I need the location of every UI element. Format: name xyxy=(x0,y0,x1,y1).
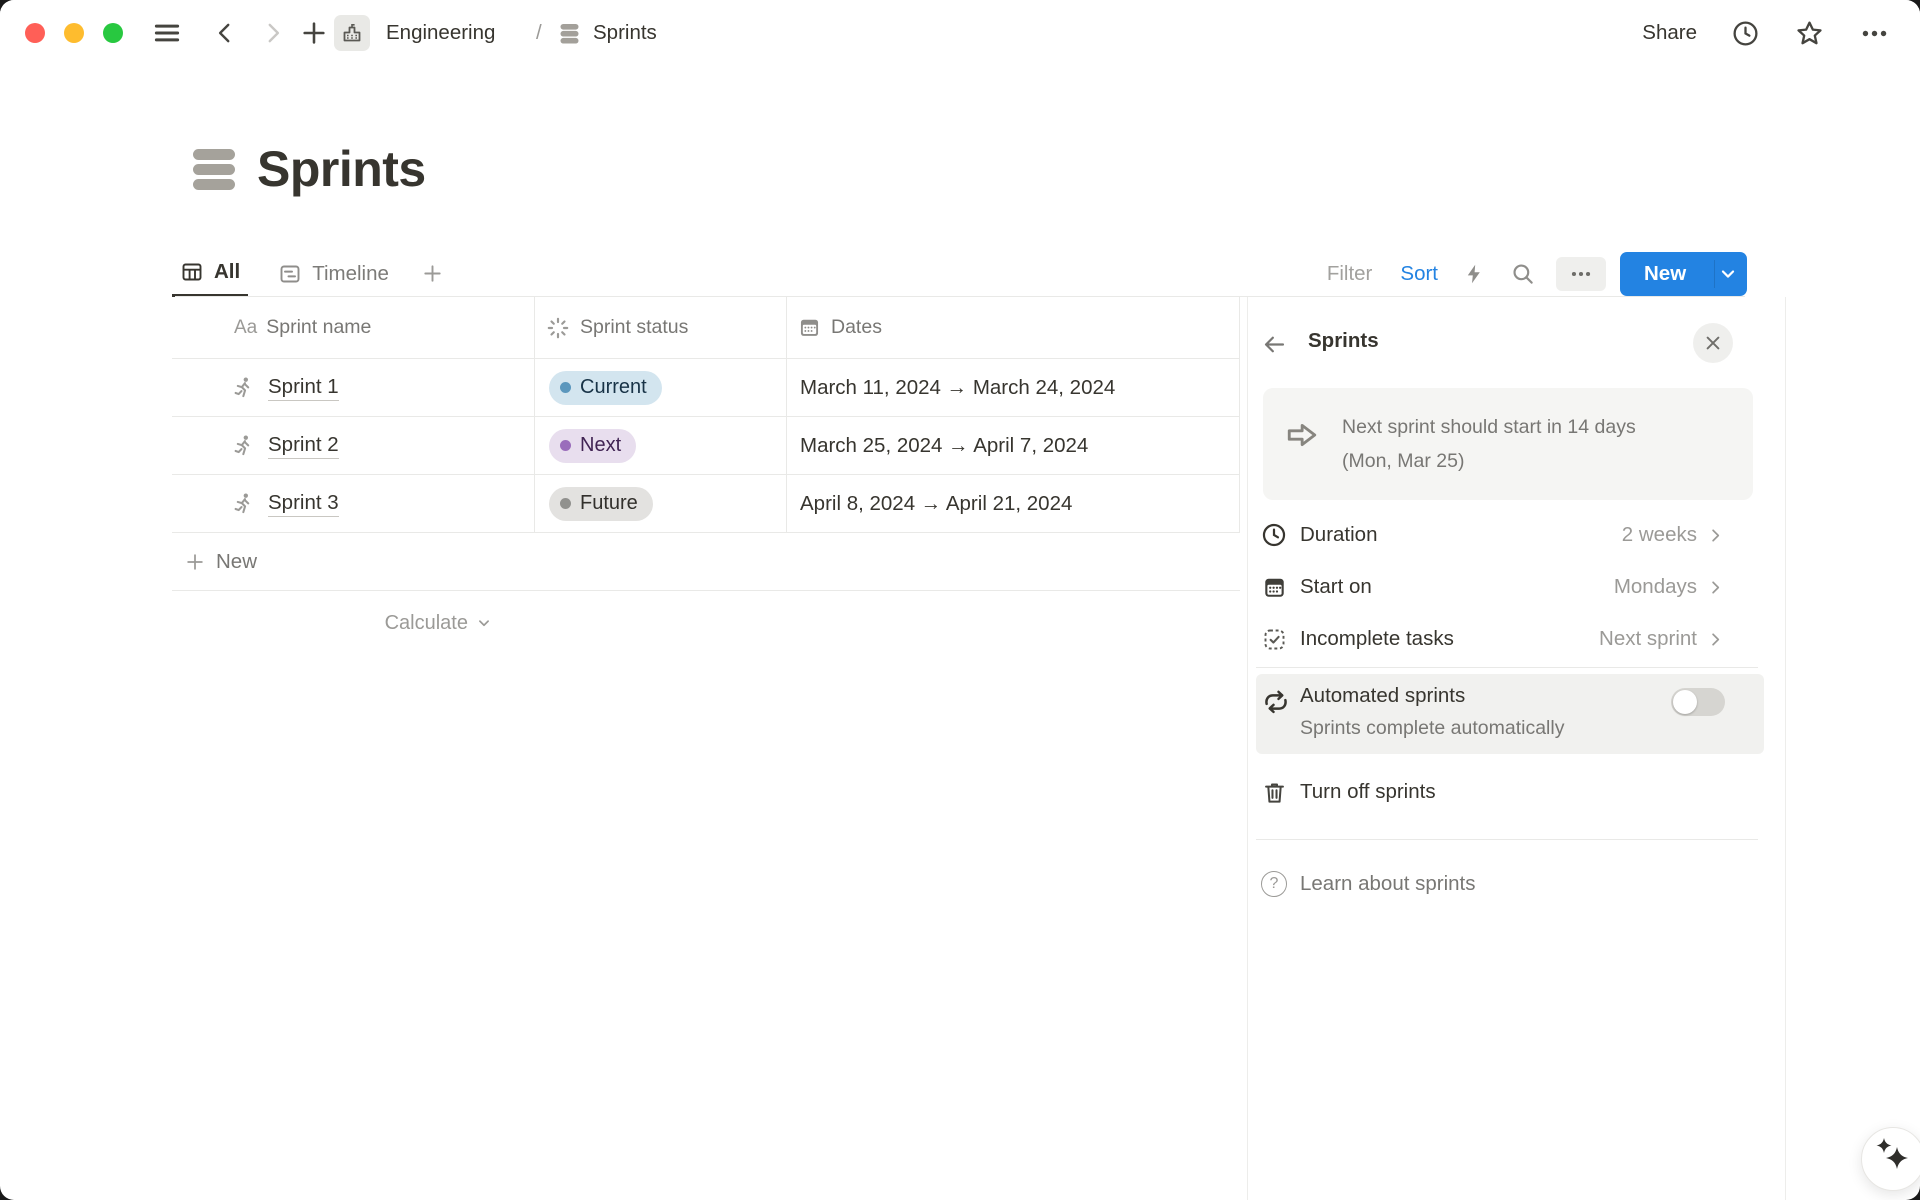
view-options-icon[interactable] xyxy=(1556,257,1606,291)
new-page-icon[interactable] xyxy=(300,0,328,66)
table-row: Sprint 3 Future April 8, 2024 → April 21… xyxy=(172,475,1240,533)
plus-icon xyxy=(184,551,206,573)
sprint-name-link[interactable]: Sprint 3 xyxy=(268,491,339,517)
minimize-window-button[interactable] xyxy=(64,23,84,43)
repeat-icon xyxy=(1261,687,1291,717)
sprint-runner-icon xyxy=(230,433,256,459)
automations-bolt-icon[interactable] xyxy=(1462,262,1486,286)
help-question-icon: ? xyxy=(1260,871,1288,897)
panel-title: Sprints xyxy=(1308,329,1379,353)
panel-close-icon[interactable] xyxy=(1693,323,1733,363)
trash-icon xyxy=(1260,779,1288,806)
forward-button[interactable] xyxy=(260,0,286,66)
setting-incomplete-tasks[interactable]: Incomplete tasks Next sprint xyxy=(1248,613,1785,665)
clock-icon xyxy=(1260,521,1288,549)
sprint-name-link[interactable]: Sprint 1 xyxy=(268,375,339,401)
timeline-view-icon xyxy=(278,262,302,286)
next-sprint-notice: Next sprint should start in 14 days (Mon… xyxy=(1263,388,1753,500)
sprint-runner-icon xyxy=(230,375,256,401)
calendar-icon xyxy=(1260,574,1288,601)
chevron-right-icon xyxy=(1706,630,1725,649)
setting-duration[interactable]: Duration 2 weeks xyxy=(1248,509,1785,561)
sprints-table: Aa Sprint name Sprint status Dates xyxy=(172,297,1240,655)
panel-divider xyxy=(1256,839,1758,840)
favorite-star-icon[interactable] xyxy=(1794,18,1825,49)
sprint-runner-icon xyxy=(230,491,256,517)
dashed-checkbox-icon xyxy=(1260,626,1288,653)
updates-clock-icon[interactable] xyxy=(1731,19,1760,48)
database-icon xyxy=(556,0,583,66)
notice-line-1: Next sprint should start in 14 days xyxy=(1342,410,1636,444)
table-header-row: Aa Sprint name Sprint status Dates xyxy=(172,297,1240,359)
traffic-lights xyxy=(25,23,123,43)
tab-all[interactable]: All xyxy=(172,250,248,297)
date-range-cell[interactable]: March 11, 2024 → March 24, 2024 xyxy=(787,359,1240,416)
status-pill[interactable]: Current xyxy=(549,371,662,405)
notice-line-2: (Mon, Mar 25) xyxy=(1342,444,1636,478)
notion-window: Engineering / Sprints Share Sprints xyxy=(0,0,1920,1200)
breadcrumb-page[interactable]: Sprints xyxy=(593,0,657,66)
table-row: Sprint 1 Current March 11, 2024 → March … xyxy=(172,359,1240,417)
chevron-right-icon xyxy=(1706,578,1725,597)
new-dropdown-chevron-icon[interactable] xyxy=(1717,263,1739,285)
date-range-cell[interactable]: March 25, 2024 → April 7, 2024 xyxy=(787,417,1240,474)
date-range-cell[interactable]: April 8, 2024 → April 21, 2024 xyxy=(787,475,1240,532)
teamspace-icon[interactable] xyxy=(334,15,370,51)
panel-back-icon[interactable] xyxy=(1260,330,1288,358)
automated-sprints-label: Automated sprints xyxy=(1300,684,1465,708)
notion-ai-button[interactable] xyxy=(1861,1127,1920,1191)
column-header-sprint-name[interactable]: Aa Sprint name xyxy=(172,297,535,358)
back-button[interactable] xyxy=(212,0,238,66)
add-row-button[interactable]: New xyxy=(172,533,1240,591)
status-pill[interactable]: Next xyxy=(549,429,636,463)
sprint-settings-panel: Sprints Next sprint should start in 14 d… xyxy=(1247,297,1786,1200)
automated-sprints-toggle[interactable] xyxy=(1671,688,1725,716)
add-view-icon[interactable] xyxy=(421,262,444,285)
table-view-icon xyxy=(180,260,204,284)
column-header-sprint-status[interactable]: Sprint status xyxy=(535,297,787,358)
status-pill[interactable]: Future xyxy=(549,487,653,521)
column-header-dates[interactable]: Dates xyxy=(787,297,1240,358)
automated-sprints-sublabel: Sprints complete automatically xyxy=(1300,717,1564,740)
new-button[interactable]: New xyxy=(1620,252,1747,296)
turn-off-sprints-button[interactable]: Turn off sprints xyxy=(1248,766,1785,818)
more-options-icon[interactable] xyxy=(1859,18,1890,49)
page-title: Sprints xyxy=(257,140,426,198)
sprint-name-link[interactable]: Sprint 2 xyxy=(268,433,339,459)
chevron-down-icon xyxy=(475,614,493,632)
filter-button[interactable]: Filter xyxy=(1327,262,1373,286)
tab-timeline[interactable]: Timeline xyxy=(270,250,397,297)
window-titlebar: Engineering / Sprints Share xyxy=(0,0,1920,66)
learn-about-sprints-link[interactable]: ? Learn about sprints xyxy=(1248,858,1785,910)
panel-divider xyxy=(1256,667,1758,668)
calculate-dropdown[interactable]: Calculate xyxy=(172,591,535,655)
arrow-right-outline-icon xyxy=(1284,417,1320,453)
automated-sprints-setting[interactable]: Automated sprints Sprints complete autom… xyxy=(1256,674,1764,754)
calendar-icon xyxy=(797,315,822,340)
text-property-icon: Aa xyxy=(234,317,257,339)
search-icon[interactable] xyxy=(1510,261,1536,287)
breadcrumb-workspace[interactable]: Engineering xyxy=(386,0,495,66)
sparkles-icon xyxy=(1862,1128,1920,1190)
share-button[interactable]: Share xyxy=(1642,21,1697,45)
page-database-icon[interactable] xyxy=(193,149,235,190)
chevron-right-icon xyxy=(1706,526,1725,545)
close-window-button[interactable] xyxy=(25,23,45,43)
zoom-window-button[interactable] xyxy=(103,23,123,43)
status-spinner-icon xyxy=(545,315,571,341)
setting-start-on[interactable]: Start on Mondays xyxy=(1248,561,1785,613)
table-row: Sprint 2 Next March 25, 2024 → April 7, … xyxy=(172,417,1240,475)
sidebar-menu-icon[interactable] xyxy=(152,0,182,66)
breadcrumb-separator: / xyxy=(536,0,542,66)
sort-button[interactable]: Sort xyxy=(1400,262,1438,286)
